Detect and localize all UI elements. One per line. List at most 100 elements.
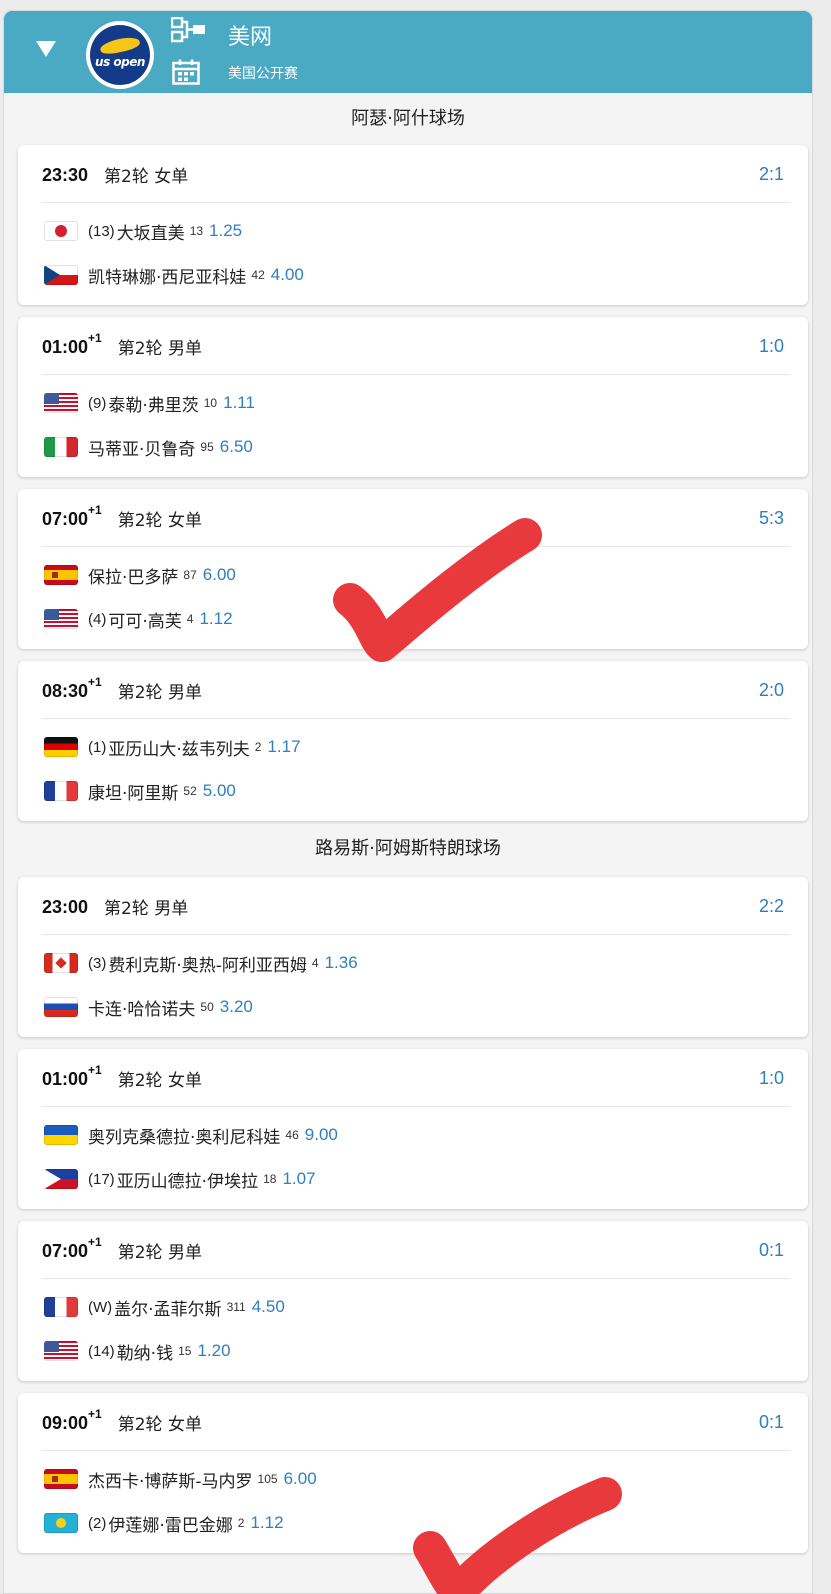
match-time-text: 07:00 [42, 508, 89, 529]
player-name: 凯特琳娜·西尼亚科娃 [88, 267, 247, 288]
match-score[interactable]: 1:0 [759, 1068, 784, 1089]
match-time: 07:00+1 [42, 503, 102, 530]
player-odds[interactable]: 6.00 [203, 565, 236, 585]
day-offset: +1 [88, 1234, 102, 1249]
player-rank: 2 [237, 1516, 245, 1530]
player-row[interactable]: 马蒂亚·贝鲁奇 95 6.50 [18, 425, 808, 469]
player-name: 康坦·阿里斯 [88, 783, 179, 804]
player-seed: (13) [88, 222, 115, 240]
player-rank: 13 [189, 224, 204, 238]
player-row[interactable]: 康坦·阿里斯 52 5.00 [18, 769, 808, 813]
match-round: 第2轮 男单 [117, 338, 202, 359]
player-rank: 42 [251, 268, 265, 282]
player-row[interactable]: (13) 大坂直美 13 1.25 [18, 209, 808, 253]
bracket-icon[interactable] [171, 17, 207, 43]
player-row[interactable]: (17) 亚历山德拉·伊埃拉 18 1.07 [18, 1157, 808, 1201]
player-row[interactable]: (1) 亚历山大·兹韦列夫 2 1.17 [18, 725, 808, 769]
player-rank: 105 [257, 1472, 278, 1486]
player-rank: 95 [200, 440, 214, 454]
court-title: 阿瑟·阿什球场 [351, 108, 465, 129]
match-card[interactable]: 07:00+1 第2轮 男单 0:1 (W) 盖尔·孟菲尔斯 311 4.50 (14) 勒纳·… [18, 1221, 808, 1381]
player-rank: 50 [200, 1000, 214, 1014]
match-time-text: 01:00 [42, 1068, 89, 1089]
player-odds[interactable]: 5.00 [203, 781, 236, 801]
match-header: 23:00 第2轮 男单 2:2 [18, 877, 808, 935]
player-name: 勒纳·钱 [116, 1343, 174, 1364]
player-seed: (14) [88, 1342, 115, 1360]
match-card[interactable]: 01:00+1 第2轮 女单 1:0 奥列克桑德拉·奥利尼科娃 46 9.00 (17) 亚历… [18, 1049, 808, 1209]
player-odds[interactable]: 4.50 [252, 1297, 285, 1317]
match-score[interactable]: 0:1 [759, 1412, 784, 1433]
player-row[interactable]: (4) 可可·高芙 4 1.12 [18, 597, 808, 641]
match-card[interactable]: 09:00+1 第2轮 女单 0:1 杰西卡·博萨斯-马内罗 105 6.00 (2) 伊莲娜… [18, 1393, 808, 1553]
player-name: 大坂直美 [116, 223, 185, 244]
tournament-title: 美网 [228, 25, 273, 50]
flag-de-icon [44, 737, 78, 757]
player-name: 保拉·巴多萨 [88, 567, 179, 588]
match-score[interactable]: 5:3 [759, 508, 784, 529]
player-odds[interactable]: 1.11 [223, 393, 255, 413]
player-row[interactable]: (W) 盖尔·孟菲尔斯 311 4.50 [18, 1285, 808, 1329]
player-name: 盖尔·孟菲尔斯 [114, 1299, 222, 1320]
player-rank: 2 [254, 740, 262, 754]
player-name: 卡连·哈恰诺夫 [88, 999, 196, 1020]
match-score[interactable]: 2:1 [759, 164, 784, 185]
player-odds[interactable]: 1.17 [267, 737, 300, 757]
player-odds[interactable]: 4.00 [271, 265, 304, 285]
match-round: 第2轮 男单 [117, 1242, 202, 1263]
day-offset: +1 [88, 674, 102, 689]
match-time-text: 23:00 [42, 896, 89, 917]
player-row[interactable]: (9) 泰勒·弗里茨 10 1.11 [18, 381, 808, 425]
player-name: 费利克斯·奥热-阿利亚西姆 [108, 955, 307, 976]
player-name: 泰勒·弗里茨 [108, 395, 199, 416]
player-odds[interactable]: 1.25 [209, 221, 242, 241]
collapse-caret-icon[interactable] [36, 41, 56, 57]
player-seed: (W) [88, 1298, 113, 1316]
player-row[interactable]: 奥列克桑德拉·奥利尼科娃 46 9.00 [18, 1113, 808, 1157]
player-row[interactable]: (14) 勒纳·钱 15 1.20 [18, 1329, 808, 1373]
match-header: 07:00+1 第2轮 男单 0:1 [18, 1221, 808, 1279]
flag-ca-icon [44, 953, 78, 973]
match-time: 01:00+1 [42, 1063, 102, 1090]
player-odds[interactable]: 1.20 [197, 1341, 230, 1361]
player-odds[interactable]: 3.20 [220, 997, 253, 1017]
player-rank: 46 [285, 1128, 299, 1142]
player-row[interactable]: (2) 伊莲娜·雷巴金娜 2 1.12 [18, 1501, 808, 1545]
match-header: 01:00+1 第2轮 女单 1:0 [18, 1049, 808, 1107]
player-odds[interactable]: 1.12 [250, 1513, 283, 1533]
player-odds[interactable]: 6.00 [284, 1469, 317, 1489]
player-row[interactable]: 卡连·哈恰诺夫 50 3.20 [18, 985, 808, 1029]
flag-it-icon [44, 437, 78, 457]
player-odds[interactable]: 1.12 [199, 609, 232, 629]
match-card[interactable]: 08:30+1 第2轮 男单 2:0 (1) 亚历山大·兹韦列夫 2 1.17 康坦·阿里斯 5… [18, 661, 808, 821]
player-name: 亚历山德拉·伊埃拉 [116, 1171, 259, 1192]
match-score[interactable]: 2:2 [759, 896, 784, 917]
flag-es-icon [44, 565, 78, 585]
player-odds[interactable]: 9.00 [305, 1125, 338, 1145]
match-round: 第2轮 男单 [104, 898, 189, 919]
match-score[interactable]: 2:0 [759, 680, 784, 701]
player-row[interactable]: 保拉·巴多萨 87 6.00 [18, 553, 808, 597]
match-time-text: 08:30 [42, 680, 89, 701]
player-name: 可可·高芙 [108, 611, 182, 632]
match-round: 第2轮 女单 [104, 166, 189, 187]
app-frame: us open 美网 美国公开赛 阿瑟·阿什球场 23:30 第2轮 女单 2:1 (1… [3, 10, 813, 1594]
match-card[interactable]: 01:00+1 第2轮 男单 1:0 (9) 泰勒·弗里茨 10 1.11 马蒂亚·贝鲁奇 95… [18, 317, 808, 477]
player-seed: (4) [88, 610, 107, 628]
player-odds[interactable]: 6.50 [220, 437, 253, 457]
match-time: 08:30+1 [42, 675, 102, 702]
player-row[interactable]: 凯特琳娜·西尼亚科娃 42 4.00 [18, 253, 808, 297]
player-row[interactable]: 杰西卡·博萨斯-马内罗 105 6.00 [18, 1457, 808, 1501]
flag-us-icon [44, 393, 78, 413]
match-card[interactable]: 07:00+1 第2轮 女单 5:3 保拉·巴多萨 87 6.00 (4) 可可·高芙 4 1.1… [18, 489, 808, 649]
match-card[interactable]: 23:30 第2轮 女单 2:1 (13) 大坂直美 13 1.25 凯特琳娜·西尼亚科娃 42… [18, 145, 808, 305]
match-card[interactable]: 23:00 第2轮 男单 2:2 (3) 费利克斯·奥热-阿利亚西姆 4 1.36 卡连·哈恰… [18, 877, 808, 1037]
player-rank: 87 [183, 568, 197, 582]
match-time: 23:30 [42, 163, 88, 186]
calendar-icon[interactable] [172, 59, 200, 85]
match-score[interactable]: 0:1 [759, 1240, 784, 1261]
player-odds[interactable]: 1.07 [282, 1169, 315, 1189]
match-score[interactable]: 1:0 [759, 336, 784, 357]
player-odds[interactable]: 1.36 [325, 953, 358, 973]
player-row[interactable]: (3) 费利克斯·奥热-阿利亚西姆 4 1.36 [18, 941, 808, 985]
